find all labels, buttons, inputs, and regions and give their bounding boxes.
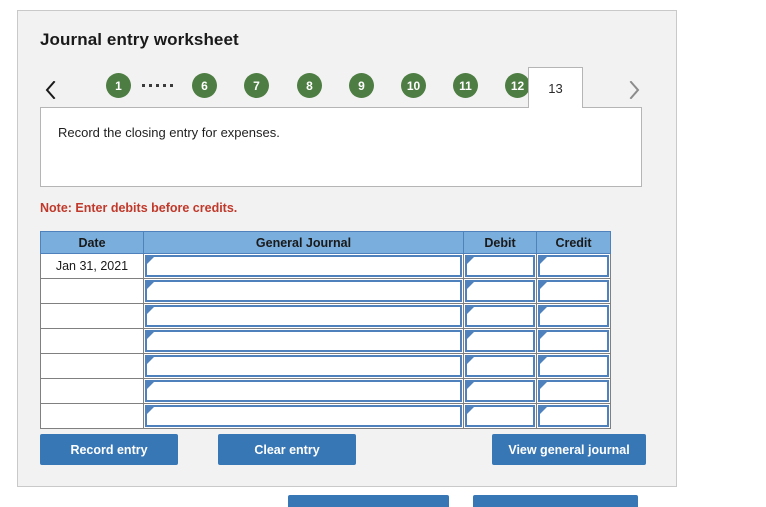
cell-general-journal-input[interactable] [145, 280, 462, 302]
cell-debit [463, 253, 537, 279]
cell-general-journal-input[interactable] [145, 380, 462, 402]
cell-general-journal [143, 403, 464, 429]
chevron-right-icon [629, 81, 639, 99]
cell-date[interactable] [40, 328, 144, 354]
cell-credit-input[interactable] [538, 280, 609, 302]
table-row: Jan 31, 2021 [40, 253, 611, 279]
cell-credit [536, 328, 611, 354]
bottom-button-right[interactable] [473, 495, 638, 507]
tab-8[interactable]: 8 [297, 73, 322, 98]
cell-general-journal [143, 253, 464, 279]
chevron-left-icon [45, 81, 55, 99]
table-row [40, 278, 611, 304]
cell-credit [536, 353, 611, 379]
cell-debit-input[interactable] [465, 255, 535, 277]
cell-debit-input[interactable] [465, 380, 535, 402]
cell-credit-input[interactable] [538, 355, 609, 377]
column-header-debit: Debit [463, 231, 537, 254]
cell-general-journal [143, 278, 464, 304]
debits-before-credits-note: Note: Enter debits before credits. [40, 201, 238, 215]
cell-general-journal [143, 328, 464, 354]
tab-9[interactable]: 9 [349, 73, 374, 98]
cell-debit-input[interactable] [465, 405, 535, 427]
cell-credit-input[interactable] [538, 305, 609, 327]
cell-general-journal [143, 303, 464, 329]
cell-debit [463, 278, 537, 304]
cell-general-journal-input[interactable] [145, 355, 462, 377]
cell-debit-input[interactable] [465, 305, 535, 327]
cell-credit-input[interactable] [538, 255, 609, 277]
view-general-journal-button[interactable]: View general journal [492, 434, 646, 465]
cell-credit [536, 278, 611, 304]
tab-13-active[interactable]: 13 [528, 67, 583, 108]
instruction-panel: Record the closing entry for expenses. [40, 107, 642, 187]
cell-general-journal-input[interactable] [145, 305, 462, 327]
bottom-button-left[interactable] [288, 495, 449, 507]
cell-debit-input[interactable] [465, 280, 535, 302]
cell-general-journal-input[interactable] [145, 405, 462, 427]
cell-credit [536, 253, 611, 279]
cell-debit [463, 303, 537, 329]
cell-date[interactable] [40, 353, 144, 379]
cell-general-journal [143, 378, 464, 404]
cell-debit-input[interactable] [465, 330, 535, 352]
table-row [40, 378, 611, 404]
tab-6[interactable]: 6 [192, 73, 217, 98]
cell-date[interactable] [40, 278, 144, 304]
cell-general-journal-input[interactable] [145, 330, 462, 352]
next-tab-button[interactable] [623, 76, 645, 104]
tab-11[interactable]: 11 [453, 73, 478, 98]
cell-credit [536, 403, 611, 429]
cell-debit [463, 328, 537, 354]
record-entry-button[interactable]: Record entry [40, 434, 178, 465]
tab-7[interactable]: 7 [244, 73, 269, 98]
column-header-date: Date [40, 231, 144, 254]
tab-ellipsis-icon [134, 73, 180, 98]
tab-12[interactable]: 12 [505, 73, 530, 98]
column-header-general-journal: General Journal [143, 231, 464, 254]
cell-debit [463, 353, 537, 379]
table-row [40, 328, 611, 354]
previous-tab-button[interactable] [39, 76, 61, 104]
clear-entry-button[interactable]: Clear entry [218, 434, 356, 465]
cell-general-journal [143, 353, 464, 379]
table-row [40, 353, 611, 379]
cell-date[interactable] [40, 403, 144, 429]
cell-credit-input[interactable] [538, 330, 609, 352]
journal-entry-worksheet-panel: Journal entry worksheet 1 6 7 8 9 10 11 12 13 R… [17, 10, 677, 487]
tab-1[interactable]: 1 [106, 73, 131, 98]
screen: Journal entry worksheet 1 6 7 8 9 10 11 12 13 R… [0, 0, 766, 507]
cell-date[interactable] [40, 378, 144, 404]
cell-date[interactable] [40, 303, 144, 329]
table-row [40, 303, 611, 329]
table-row [40, 403, 611, 429]
cell-credit-input[interactable] [538, 405, 609, 427]
cell-credit [536, 378, 611, 404]
cell-credit-input[interactable] [538, 380, 609, 402]
table-header-row: Date General Journal Debit Credit [40, 231, 611, 254]
page-title: Journal entry worksheet [40, 30, 239, 49]
cell-debit-input[interactable] [465, 355, 535, 377]
cell-debit [463, 378, 537, 404]
instruction-text: Record the closing entry for expenses. [58, 125, 280, 140]
journal-entry-table: Date General Journal Debit Credit Jan 31… [40, 231, 611, 429]
tab-10[interactable]: 10 [401, 73, 426, 98]
cell-general-journal-input[interactable] [145, 255, 462, 277]
column-header-credit: Credit [536, 231, 611, 254]
cell-debit [463, 403, 537, 429]
cell-credit [536, 303, 611, 329]
cell-date[interactable]: Jan 31, 2021 [40, 253, 144, 279]
